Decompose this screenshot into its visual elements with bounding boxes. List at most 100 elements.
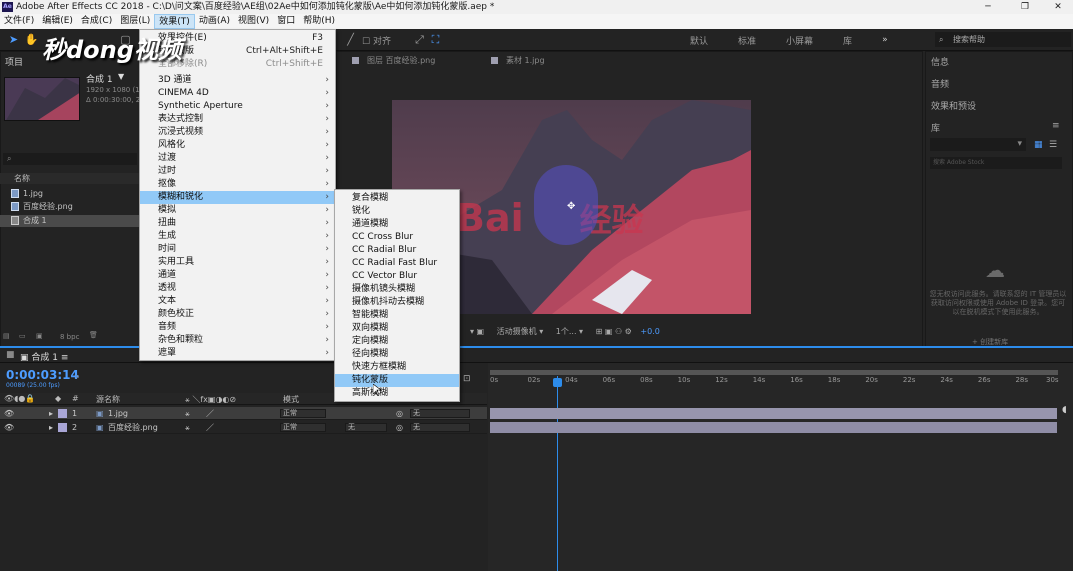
menu-item-category[interactable]: 文本 › <box>140 295 335 308</box>
quality-switch-icon[interactable]: ／ <box>206 407 214 420</box>
project-panel-title[interactable]: 项目 <box>5 55 23 68</box>
tab-footage-1jpg[interactable]: 素材 1.jpg <box>491 55 545 66</box>
workspace-standard[interactable]: 标准 <box>738 34 756 47</box>
selection-tool-icon[interactable]: ➤ <box>6 32 21 47</box>
layer-bar-1[interactable] <box>490 408 1057 419</box>
layer-name[interactable]: 百度经验.png <box>108 421 158 434</box>
menu-item-blur-effect[interactable]: 智能模糊 <box>335 309 459 322</box>
layer-parent-select[interactable]: 无 <box>410 409 470 418</box>
close-button[interactable]: ✕ <box>1041 0 1073 14</box>
work-area-bar[interactable] <box>490 370 1058 375</box>
menu-item-category[interactable]: 遮罩 › <box>140 347 335 360</box>
menu-item-category[interactable]: 模拟 › <box>140 204 335 217</box>
menu-item-blur-effect[interactable]: 钝化蒙版 <box>335 374 459 387</box>
project-name-column-header[interactable]: 名称 <box>0 173 140 184</box>
menu-layer[interactable]: 图层(L) <box>116 14 154 29</box>
menu-help[interactable]: 帮助(H) <box>299 14 339 29</box>
menu-item-blur-effect[interactable]: 双向模糊 <box>335 322 459 335</box>
menu-item-category[interactable]: 时间 › <box>140 243 335 256</box>
new-comp-icon[interactable]: ▣ <box>36 332 43 340</box>
menu-item-category[interactable]: 3D 通道 › <box>140 74 335 87</box>
workspace-small-screen[interactable]: 小屏幕 <box>786 34 813 47</box>
timeline-tab[interactable]: ▣ 合成 1 ≡ <box>20 350 68 363</box>
views-select[interactable]: 1个... ▾ <box>556 327 583 336</box>
search-help-input[interactable]: ⌕ 搜索帮助 <box>935 32 1071 47</box>
menu-item-category[interactable]: 过渡 › <box>140 152 335 165</box>
library-select[interactable]: ▾ <box>930 138 1026 151</box>
source-name-header[interactable]: 源名称 <box>96 394 120 405</box>
layer-bar-2[interactable] <box>490 422 1057 433</box>
panel-libraries[interactable]: 库 <box>931 121 940 134</box>
menu-item-blur-effect[interactable]: CC Vector Blur <box>335 270 459 283</box>
layer-row[interactable]: 👁 ▸ 2 ▣ 百度经验.png ⚹ ／ 正常 无 ◎ 无 <box>0 421 487 434</box>
menu-item-blur-effect[interactable]: CC Cross Blur <box>335 231 459 244</box>
tab-layer-baidu[interactable]: 图层 百度经验.png <box>352 55 435 66</box>
toggle-mask-icon[interactable]: ▾ ▣ <box>470 327 484 336</box>
current-timecode[interactable]: 0:00:03:14 <box>6 368 79 382</box>
layer-label-color[interactable] <box>58 423 67 432</box>
layer-mode-select[interactable]: 正常 <box>280 423 326 432</box>
menu-item-category[interactable]: CINEMA 4D › <box>140 87 335 100</box>
layer-trkmat-select[interactable]: 无 <box>345 423 387 432</box>
shy-switch-icon[interactable]: ⚹ <box>185 407 190 420</box>
menu-item-blur-effect[interactable]: 径向模糊 <box>335 348 459 361</box>
align-icon[interactable]: ⤢ <box>412 32 427 47</box>
menu-edit[interactable]: 编辑(E) <box>38 14 77 29</box>
time-ruler[interactable]: 0s 02s 04s 06s 08s 10s 12s 14s 16s 18s 20s 22s 24s 26… <box>488 376 1063 390</box>
project-item-baidu-png[interactable]: 百度经验.png <box>0 201 140 213</box>
layer-name[interactable]: 1.jpg <box>108 407 128 420</box>
menu-item-blur-effect[interactable]: 复合模糊 <box>335 192 459 205</box>
camera-select[interactable]: 活动摄像机 ▾ <box>497 327 544 336</box>
menu-view[interactable]: 视图(V) <box>234 14 273 29</box>
menu-item-blur-effect[interactable]: 通道模糊 <box>335 218 459 231</box>
timeline-track-area[interactable] <box>488 363 1073 571</box>
parent-pickwhip-icon[interactable]: ◎ <box>396 421 403 434</box>
interpret-footage-icon[interactable]: ▤ <box>3 332 10 340</box>
comp-flowchart-icon[interactable]: ⊡ <box>463 374 471 384</box>
menu-item-blur-effect[interactable]: 摄像机镜头模糊 <box>335 283 459 296</box>
layer-label-color[interactable] <box>58 409 67 418</box>
bpc-label[interactable]: 8 bpc <box>60 333 79 341</box>
playhead-line[interactable] <box>557 376 558 571</box>
menu-item-category[interactable]: 生成 › <box>140 230 335 243</box>
panel-effects-presets[interactable]: 效果和预设 <box>931 99 976 112</box>
menu-animation[interactable]: 动画(A) <box>195 14 234 29</box>
more-workspaces-icon[interactable]: » <box>882 35 888 45</box>
menu-item-category[interactable]: 透视 › <box>140 282 335 295</box>
menu-item-blur-effect[interactable]: 快速方框模糊 <box>335 361 459 374</box>
menu-effect[interactable]: 效果(T) <box>154 14 195 29</box>
minimize-button[interactable]: ─ <box>971 0 1005 14</box>
playhead-handle[interactable] <box>553 378 562 387</box>
timeline-marker-icon[interactable]: ◖ <box>1062 405 1067 415</box>
comp-info-dropdown-icon[interactable]: ▼ <box>118 72 124 81</box>
project-search-input[interactable]: ⌕ <box>3 153 137 165</box>
mode-header[interactable]: 模式 <box>283 394 299 405</box>
anchor-point-icon[interactable]: ✥ <box>567 201 575 212</box>
menu-item-category[interactable]: 扭曲 › <box>140 217 335 230</box>
menu-item-category[interactable]: 表达式控制 › <box>140 113 335 126</box>
menu-window[interactable]: 窗口 <box>273 14 299 29</box>
new-folder-icon[interactable]: ▭ <box>19 332 26 340</box>
viewer-tool-icons[interactable]: ⊞ ▣ ⚇ ⚙ <box>596 327 632 336</box>
menu-item-blur-effect[interactable]: CC Radial Fast Blur <box>335 257 459 270</box>
menu-item-category[interactable]: 颜色校正 › <box>140 308 335 321</box>
menu-item-category[interactable]: 音频 › <box>140 321 335 334</box>
layer-parent-select[interactable]: 无 <box>410 423 470 432</box>
menu-item-category[interactable]: 实用工具 › <box>140 256 335 269</box>
library-menu-icon[interactable]: ≡ <box>1052 121 1060 131</box>
menu-item-category[interactable]: 抠像 › <box>140 178 335 191</box>
panel-audio[interactable]: 音频 <box>931 77 949 90</box>
timeline-search-input[interactable]: ⌕ <box>75 372 155 385</box>
snap-grid-icon[interactable]: ⛶ <box>428 32 443 47</box>
menu-item-blur-effect[interactable]: 锐化 <box>335 205 459 218</box>
menu-item-category[interactable]: 杂色和颗粒 › <box>140 334 335 347</box>
workspace-default[interactable]: 默认 <box>690 34 708 47</box>
workspace-library[interactable]: 库 <box>843 34 852 47</box>
menu-item-blur-effect[interactable]: 高斯模糊 <box>335 387 459 400</box>
menu-item-blur-effect[interactable]: CC Radial Blur <box>335 244 459 257</box>
parent-pickwhip-icon[interactable]: ◎ <box>396 407 403 420</box>
layer-mode-select[interactable]: 正常 <box>280 409 326 418</box>
expand-layer-icon[interactable]: ▸ <box>49 407 53 420</box>
panel-info[interactable]: 信息 <box>931 55 949 68</box>
project-item-1jpg[interactable]: 1.jpg <box>0 188 140 200</box>
